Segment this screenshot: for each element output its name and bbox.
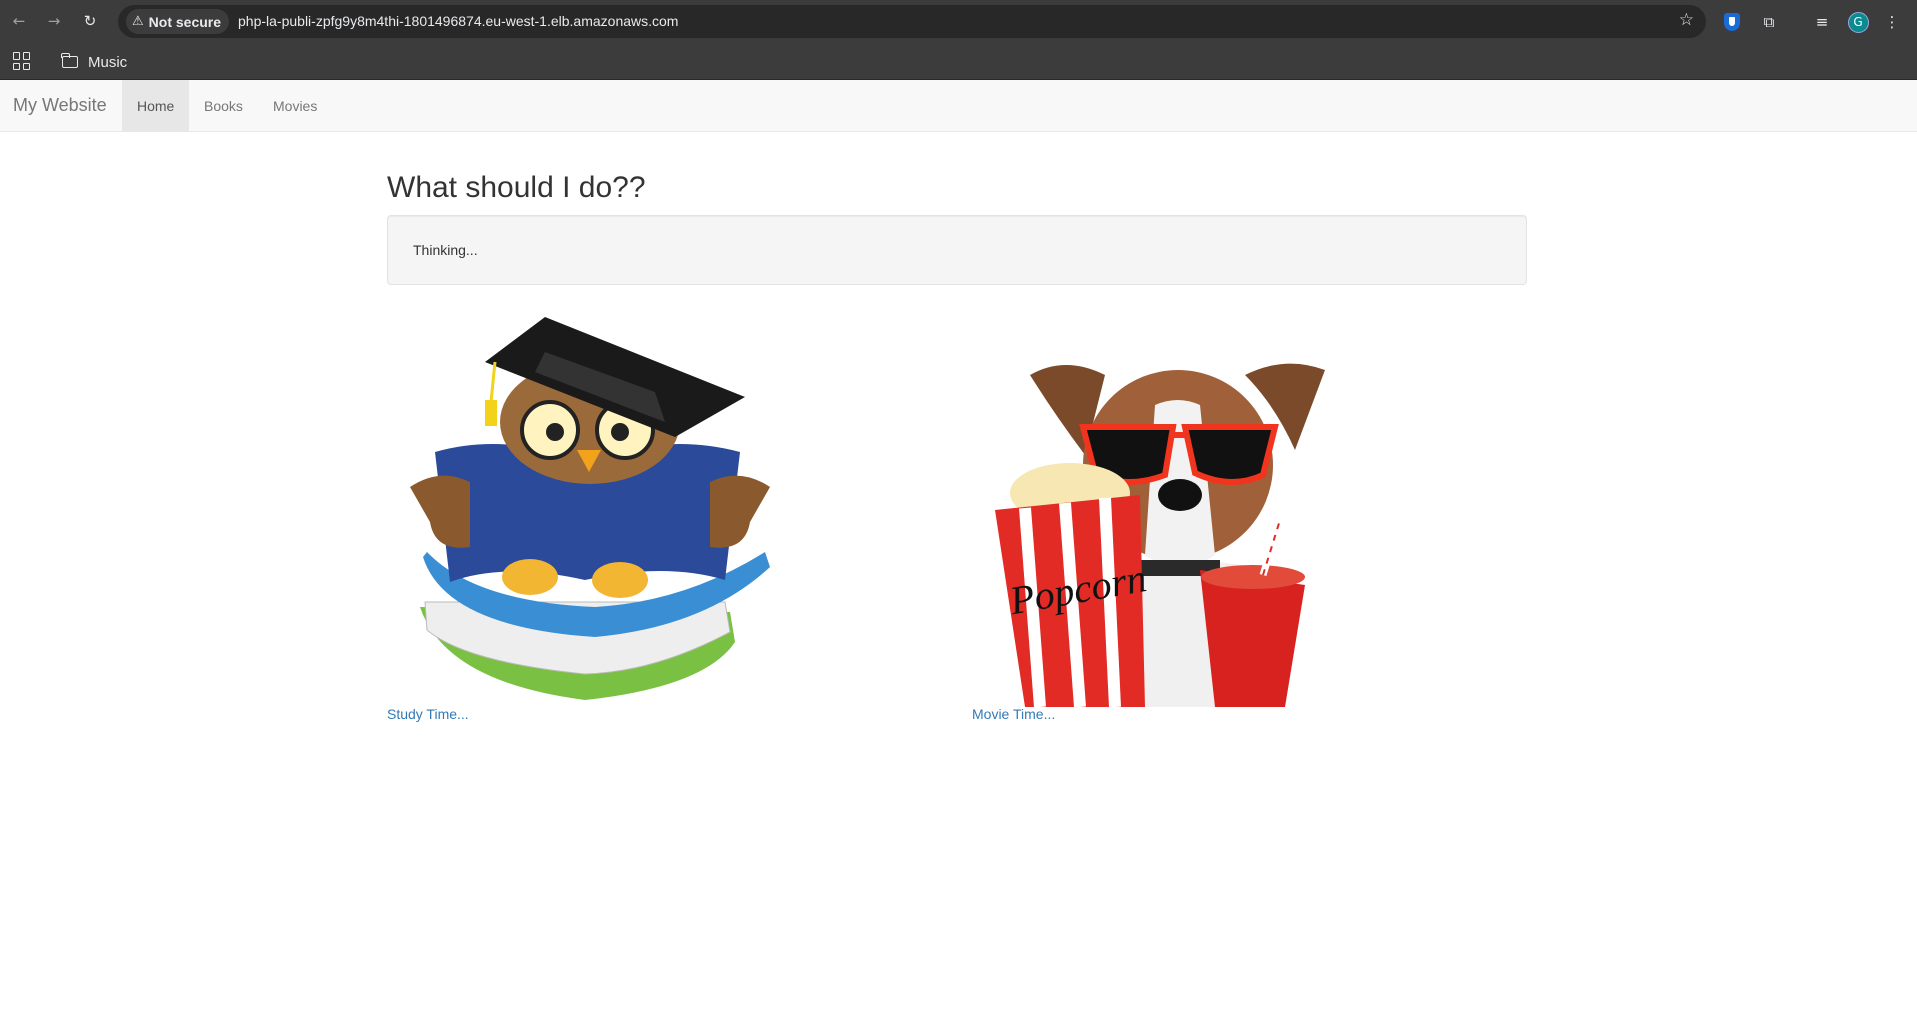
folder-icon: [61, 53, 78, 68]
puzzle-icon: ⧉: [1763, 13, 1775, 31]
nav-link-movies[interactable]: Movies: [258, 80, 332, 131]
navbar-brand[interactable]: My Website: [13, 95, 107, 116]
owl-wing-left: [410, 475, 470, 548]
menu-button[interactable]: ⋮: [1881, 11, 1903, 33]
page-title: What should I do??: [387, 171, 646, 204]
movie-time-link[interactable]: Movie Time...: [972, 706, 1055, 722]
status-well: Thinking...: [387, 215, 1527, 285]
status-text: Thinking...: [413, 242, 478, 258]
dog-movie-image[interactable]: Popcorn: [995, 345, 1350, 707]
soda-cup: [1200, 570, 1305, 707]
browser-toolbar: ← → ↻ ⚠ Not secure php-la-publi-zpfg9y8m…: [0, 0, 1917, 43]
arrow-left-icon: ←: [12, 12, 26, 30]
address-bar[interactable]: ⚠ Not secure php-la-publi-zpfg9y8m4thi-1…: [118, 5, 1706, 38]
arrow-right-icon: →: [47, 12, 61, 30]
bitwarden-extension-button[interactable]: [1721, 11, 1743, 33]
extensions-button[interactable]: ⧉: [1758, 11, 1780, 33]
bitwarden-shield-icon: [1724, 13, 1740, 31]
bookmark-label: Music: [88, 53, 128, 71]
owl-wing-right: [710, 475, 770, 548]
owl-claw-right: [592, 562, 648, 598]
url-text[interactable]: php-la-publi-zpfg9y8m4thi-1801496874.eu-…: [238, 13, 678, 29]
site-navbar: My Website Home Books Movies: [0, 80, 1917, 132]
owl-reading-image[interactable]: [405, 312, 777, 702]
security-chip[interactable]: ⚠ Not secure: [126, 9, 230, 34]
kebab-menu-icon: ⋮: [1884, 13, 1900, 31]
reload-button[interactable]: ↻: [79, 10, 101, 32]
profile-button[interactable]: G: [1847, 11, 1869, 33]
study-time-link[interactable]: Study Time...: [387, 706, 469, 722]
bookmarks-bar: Music: [0, 43, 1917, 80]
avatar: G: [1847, 11, 1869, 33]
bookmark-star-icon[interactable]: ☆: [1679, 10, 1694, 30]
sunglasses-right-lens: [1181, 424, 1279, 486]
bookmark-folder-music[interactable]: Music: [61, 51, 128, 73]
nav-link-books[interactable]: Books: [189, 80, 258, 131]
dog-nose: [1158, 479, 1202, 511]
back-button[interactable]: ←: [8, 10, 30, 32]
media-controls-button[interactable]: ≡: [1811, 11, 1833, 33]
reload-icon: ↻: [83, 12, 97, 30]
forward-button[interactable]: →: [43, 10, 65, 32]
page-content: My Website Home Books Movies What should…: [0, 80, 1917, 1009]
warning-triangle-icon: ⚠: [132, 14, 144, 29]
security-label: Not secure: [148, 13, 222, 30]
playlist-icon: ≡: [1815, 13, 1829, 31]
nav-link-home[interactable]: Home: [122, 80, 190, 131]
apps-grid-icon[interactable]: [13, 52, 31, 70]
cap-tassel: [485, 400, 497, 426]
owl-claw-left: [502, 559, 558, 595]
